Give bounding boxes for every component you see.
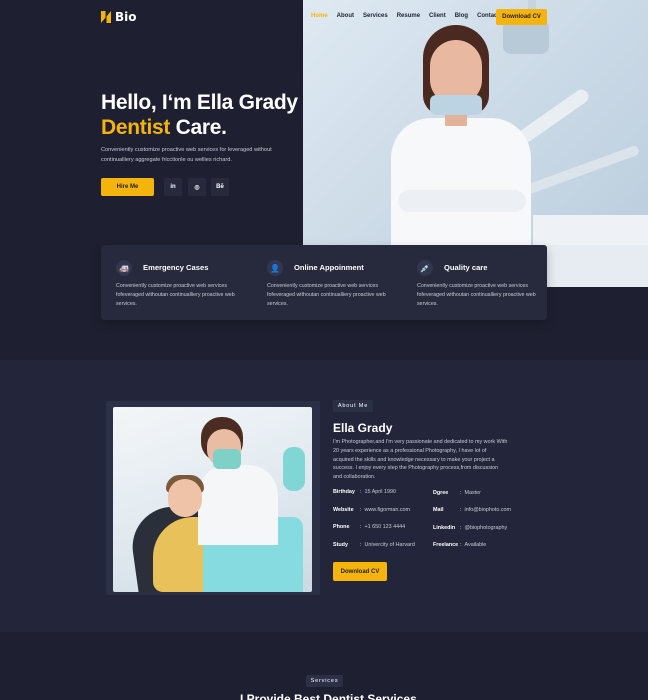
nav-services[interactable]: Services [363,13,388,19]
feature-desc: Conveniently customize proactive web ser… [116,283,235,307]
about-photo [113,407,312,592]
nav-about[interactable]: About [337,13,354,19]
feature-desc: Conveniently customize proactive web ser… [417,283,536,307]
about-section: About Me Ella Grady I'm Photographer,and… [0,360,648,632]
info-linkedin: Linkedin: @biophotography [433,525,508,531]
about-download-cv-button[interactable]: Download CV [333,562,387,581]
hero-title-line1: Hello, I‘m Ella Grady [101,91,298,114]
services-title: I Provide Best Dentist Services [240,692,417,700]
feature-title: Quality care [444,263,488,272]
user-icon: 👤 [267,260,283,276]
hero-description: Conveniently customize proactive web ser… [101,147,272,163]
about-tag: About Me [333,400,373,412]
logo-icon [101,11,111,23]
instagram-icon[interactable]: ◎ [188,178,206,196]
hire-me-button[interactable]: Hire Me [101,178,154,196]
info-study: Study: Univercity of Harvard [333,542,415,548]
nav-client[interactable]: Client [429,13,446,19]
services-tag: Services [306,675,343,687]
info-freelance: Freelance: Available [433,542,487,548]
info-website: Website: www.figorman.com [333,507,411,513]
hero-title-accent: Dentist [101,116,171,139]
download-cv-button[interactable]: Download CV [496,9,547,25]
info-mail: Mail: info@biophoto.com [433,507,512,513]
hero-title: Hello, I‘m Ella Grady Dentist Care. [101,90,298,140]
hero-title-rest: Care. [170,116,227,139]
ambulance-icon: 🚑 [116,260,132,276]
about-bio: I'm Photographer,and I'm very passionate… [333,439,508,481]
nav-blog[interactable]: Blog [455,13,468,19]
syringe-icon: 💉 [417,260,433,276]
info-phone: Phone: +1 650 123 4444 [333,524,406,530]
nav-home[interactable]: Home [311,13,328,19]
behance-icon[interactable]: Bē [211,178,229,196]
info-birthday: Birthday:15 April 1990 [333,489,396,495]
about-name: Ella Grady [333,421,393,435]
logo[interactable]: Bio [101,10,137,24]
feature-desc: Conveniently customize proactive web ser… [267,283,386,307]
feature-title: Emergency Cases [143,263,209,272]
main-nav: Home About Services Resume Client Blog C… [311,13,508,19]
hero-section: Bio Home About Services Resume Client Bl… [0,0,648,287]
features-card: 🚑 Emergency Cases Conveniently customize… [101,245,547,320]
dentist-hero-photo [303,0,648,287]
feature-title: Online Appoinment [294,263,364,272]
linkedin-icon[interactable]: in [164,178,182,196]
logo-text: Bio [115,10,137,24]
nav-resume[interactable]: Resume [397,13,420,19]
info-degree: Dgree: Master [433,490,481,496]
